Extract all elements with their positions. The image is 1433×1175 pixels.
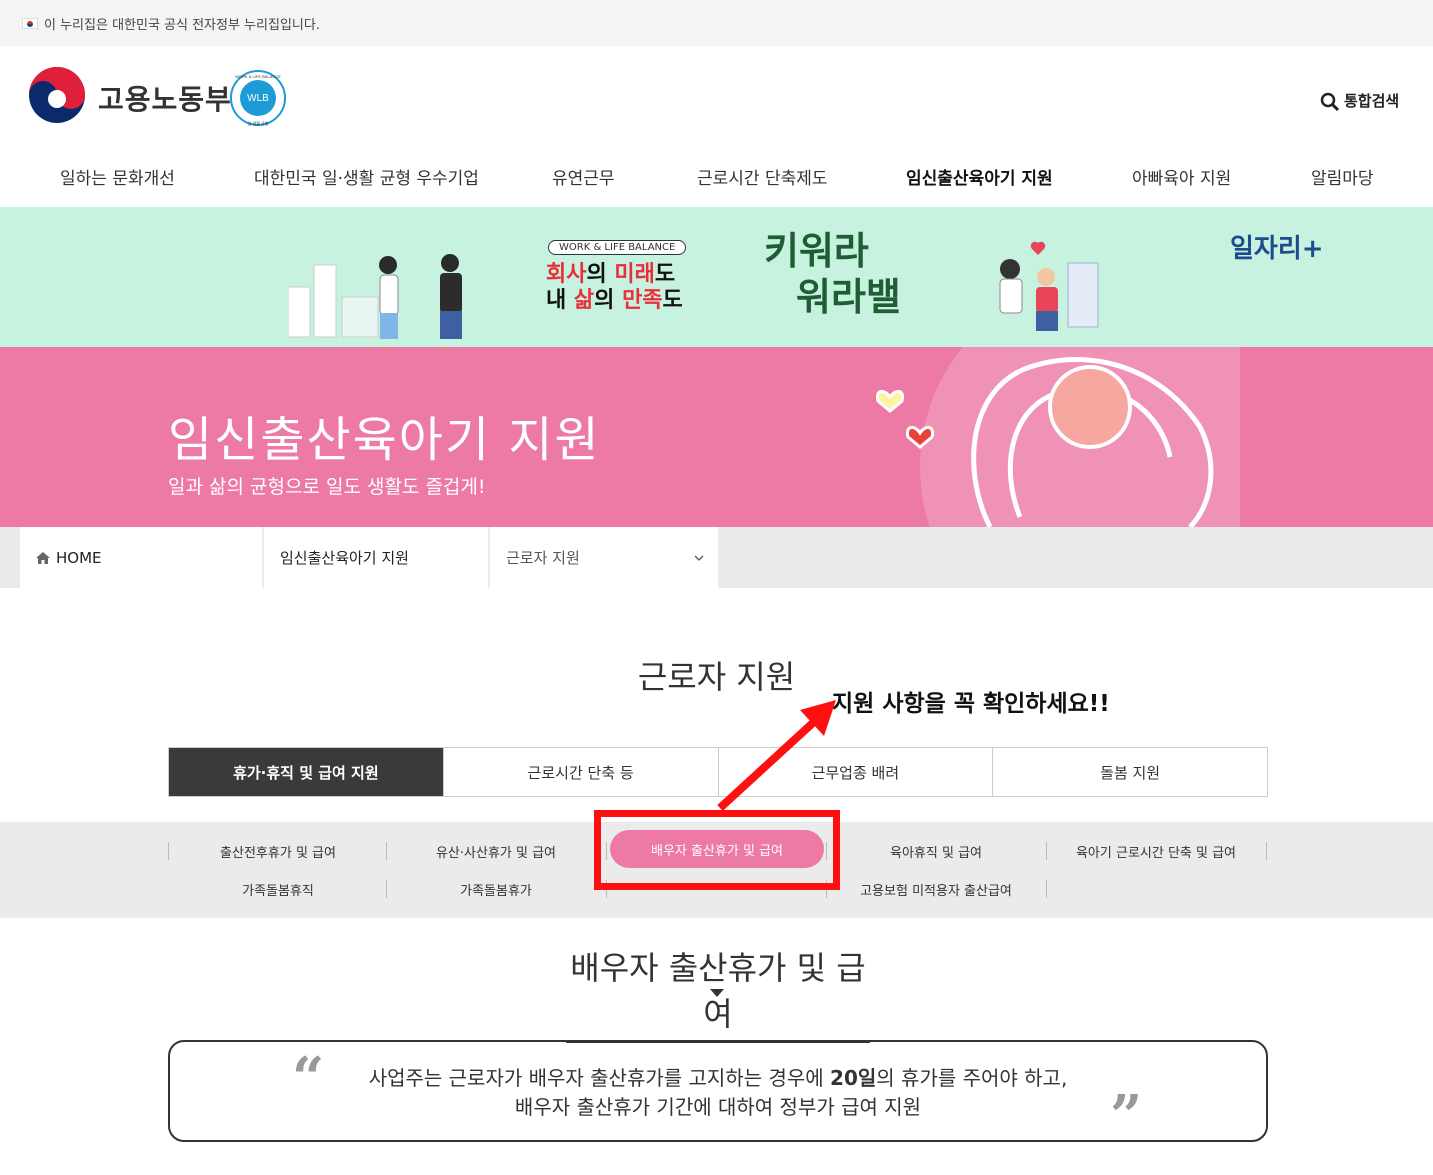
promo-banner[interactable] [0, 207, 1433, 347]
main-navigation: 일하는 문화개선 대한민국 일·생활 균형 우수기업 유연근무 근로시간 단축제… [0, 152, 1433, 202]
breadcrumb-level1-label: 임신출산육아기 지원 [280, 549, 409, 567]
kiwo-line2: 워라밸 [796, 275, 901, 319]
subtab-miscarriage-leave[interactable]: 유산·사산휴가 및 급여 [386, 842, 606, 861]
gov-notice-text: 이 누리집은 대한민국 공식 전자정부 누리집입니다. [44, 17, 320, 33]
home-icon [36, 551, 50, 564]
subtab-maternity-leave[interactable]: 출산전후휴가 및 급여 [168, 842, 388, 861]
gnb-item-father-support[interactable]: 아빠육아 지원 [1132, 164, 1231, 189]
office-illustration-icon [288, 254, 462, 339]
search-label: 통합검색 [1344, 92, 1400, 110]
annotation-highlight-box [594, 810, 840, 890]
gnb-item-hours-reduction[interactable]: 근로시간 단축제도 [697, 164, 828, 189]
breadcrumb-level1[interactable]: 임신출산육아기 지원 [264, 527, 488, 588]
hero-subtitle: 일과 삶의 균형으로 일도 생활도 즐겁게! [168, 476, 486, 498]
breadcrumb-home-label: HOME [56, 548, 102, 567]
chevron-down-icon [694, 555, 704, 561]
subtab-parental-leave[interactable]: 육아휴직 및 급여 [826, 842, 1046, 861]
quote-highlight: 20일 [830, 1066, 877, 1090]
slogan-word: 의 [594, 288, 623, 313]
breadcrumb: HOME 임신출산육아기 지원 근로자 지원 [0, 527, 1433, 588]
integrated-search-button[interactable]: 통합검색 [1320, 90, 1399, 111]
baby-illustration-icon [875, 347, 1240, 527]
wlb-badge-bottom: 일·생활 균형 [248, 120, 269, 126]
slogan-word: 미래 [614, 262, 655, 287]
search-icon [1320, 92, 1340, 111]
banner-kiwo-logo: 키워라 워라밸 [764, 228, 901, 320]
breadcrumb-level2-label: 근로자 지원 [506, 549, 580, 567]
slogan-word: 의 [586, 262, 615, 287]
subtab-family-care-leave[interactable]: 가족돌봄휴가 [386, 880, 606, 899]
subtab-uninsured-birth-benefit[interactable]: 고용보험 미적용자 출산급여 [826, 880, 1046, 899]
slogan-word: 삶 [573, 288, 595, 313]
subtab-family-care-leave-of-absence[interactable]: 가족돌봄휴직 [168, 880, 388, 899]
annotation-arrow-icon [717, 700, 836, 811]
tab-leave-benefits[interactable]: 휴가·휴직 및 급여 지원 [169, 748, 443, 796]
quote-text-line1: 사업주는 근로자가 배우자 출산휴가를 고지하는 경우에 20일의 휴가를 주어… [168, 1062, 1268, 1091]
gnb-item-flexible-work[interactable]: 유연근무 [552, 164, 615, 189]
slogan-word: 만족 [622, 288, 663, 313]
wlb-badge-icon: WLB WORK & LIFE BALANCE 일·생활 균형 [230, 70, 286, 126]
divider [1046, 880, 1047, 898]
breadcrumb-level2-select[interactable]: 근로자 지원 [490, 527, 718, 588]
breadcrumb-home[interactable]: HOME [20, 527, 262, 588]
page: 이 누리집은 대한민국 공식 전자정부 누리집입니다. 고용노동부 WLB WO… [0, 0, 1433, 1175]
quote-text-line2: 배우자 출산휴가 기간에 대하여 정부가 급여 지원 [514, 1095, 922, 1119]
slogan-word: 도 [654, 262, 676, 287]
tab-care-support[interactable]: 돌봄 지원 [992, 748, 1267, 796]
ministry-emblem-icon[interactable] [28, 66, 86, 124]
gnb-item-pregnancy-support[interactable]: 임신출산육아기 지원 [906, 164, 1053, 189]
divider [1266, 842, 1267, 860]
slogan-word: 내 [546, 288, 574, 313]
quote-text: 사업주는 근로자가 배우자 출산휴가를 고지하는 경우에 [368, 1066, 831, 1090]
hero-title: 임신출산육아기 지원 [168, 412, 601, 468]
ministry-logo-text[interactable]: 고용노동부 [98, 78, 232, 118]
family-illustration-icon [999, 241, 1099, 331]
slogan-word: 회사 [546, 262, 587, 287]
wlb-badge-ring: WORK & LIFE BALANCE [235, 74, 281, 79]
quote-text: 의 휴가를 주어야 하고, [876, 1066, 1068, 1090]
korea-flag-icon [22, 17, 38, 29]
banner-jobplus-logo: 일자리+ [1230, 234, 1324, 264]
gov-notice-bar: 이 누리집은 대한민국 공식 전자정부 누리집입니다. [0, 0, 1433, 46]
gnb-item-best-company[interactable]: 대한민국 일·생활 균형 우수기업 [254, 164, 479, 189]
slogan-word: 도 [662, 288, 683, 313]
tab-hours-reduction[interactable]: 근로시간 단축 등 [442, 748, 718, 796]
gnb-item-notice[interactable]: 알림마당 [1311, 164, 1374, 189]
subtab-childcare-hours[interactable]: 육아기 근로시간 단축 및 급여 [1046, 842, 1266, 861]
annotation-note: 지원 사항을 꼭 확인하세요!! [832, 691, 1110, 717]
banner-slogan: 회사의 미래도 내 삶의 만족도 [546, 262, 683, 314]
gnb-item-culture[interactable]: 일하는 문화개선 [60, 164, 175, 189]
caret-down-icon [710, 989, 724, 997]
kiwo-line1: 키워라 [764, 229, 869, 273]
banner-wlb-tag: WORK & LIFE BALANCE [548, 240, 687, 255]
wlb-badge-center: WLB [247, 93, 269, 104]
